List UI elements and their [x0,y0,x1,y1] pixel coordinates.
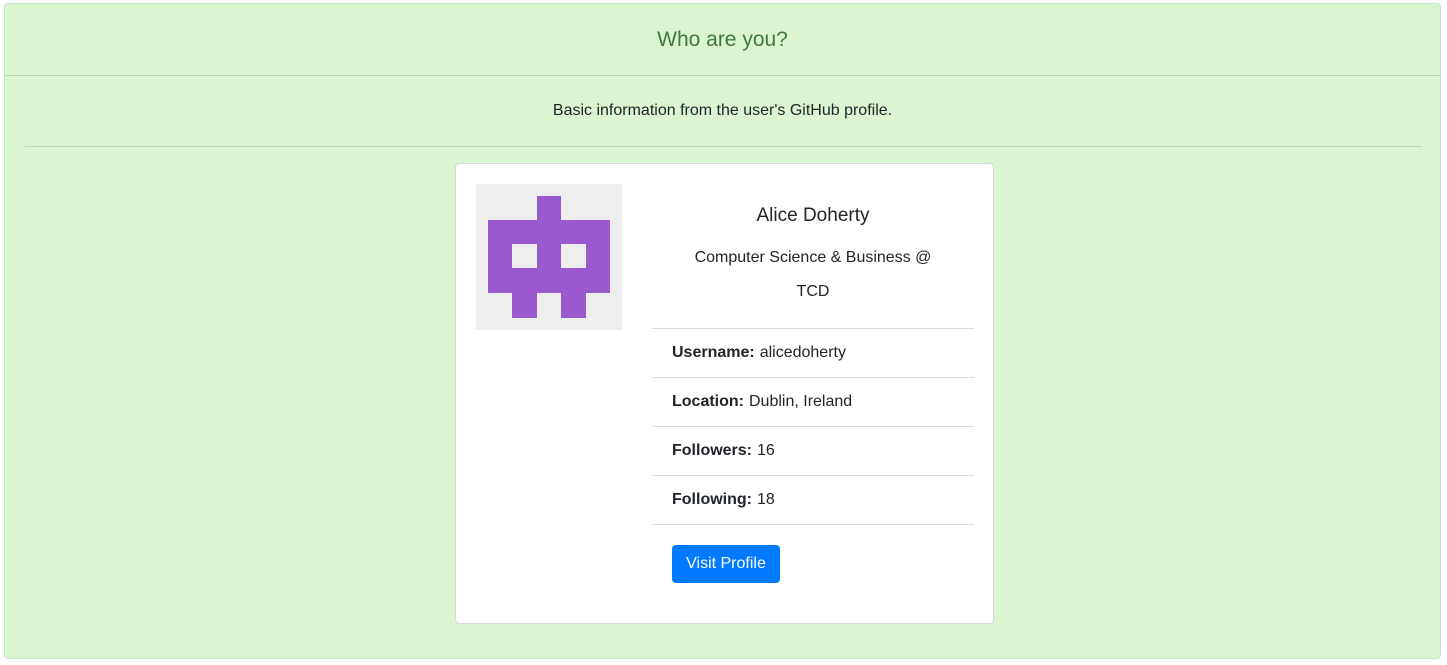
profile-info: Alice Doherty Computer Science & Busines… [652,184,974,583]
identicon-image [476,184,622,330]
profile-bio: Computer Science & Business @ TCD [694,249,932,300]
username-label: Username: [672,344,755,361]
divider [25,146,1422,147]
username-value: alicedoherty [759,344,846,361]
profile-name: Alice Doherty [756,205,870,226]
following-value: 18 [756,491,775,508]
location-row: Location: Dublin, Ireland [652,378,974,427]
card-header: Who are you? [5,4,1440,76]
location-value: Dublin, Ireland [749,393,853,410]
identicon-avatar-icon [476,184,622,330]
following-label: Following: [672,491,752,508]
followers-value: 16 [757,442,775,459]
followers-row: Followers: 16 [652,427,974,476]
page-subtitle: Basic information from the user's GitHub… [552,102,893,119]
following-row: Following: 18 [652,476,974,525]
followers-label: Followers: [672,442,753,459]
who-are-you-card: Who are you? Basic information from the … [4,3,1441,659]
profile-card: Alice Doherty Computer Science & Busines… [455,163,994,624]
location-label: Location: [672,393,744,410]
profile-details-list: Username: alicedoherty Location: Dublin,… [652,328,974,525]
page-title: Who are you? [657,27,788,51]
username-row: Username: alicedoherty [652,329,974,378]
visit-profile-button[interactable]: Visit Profile [672,545,780,583]
